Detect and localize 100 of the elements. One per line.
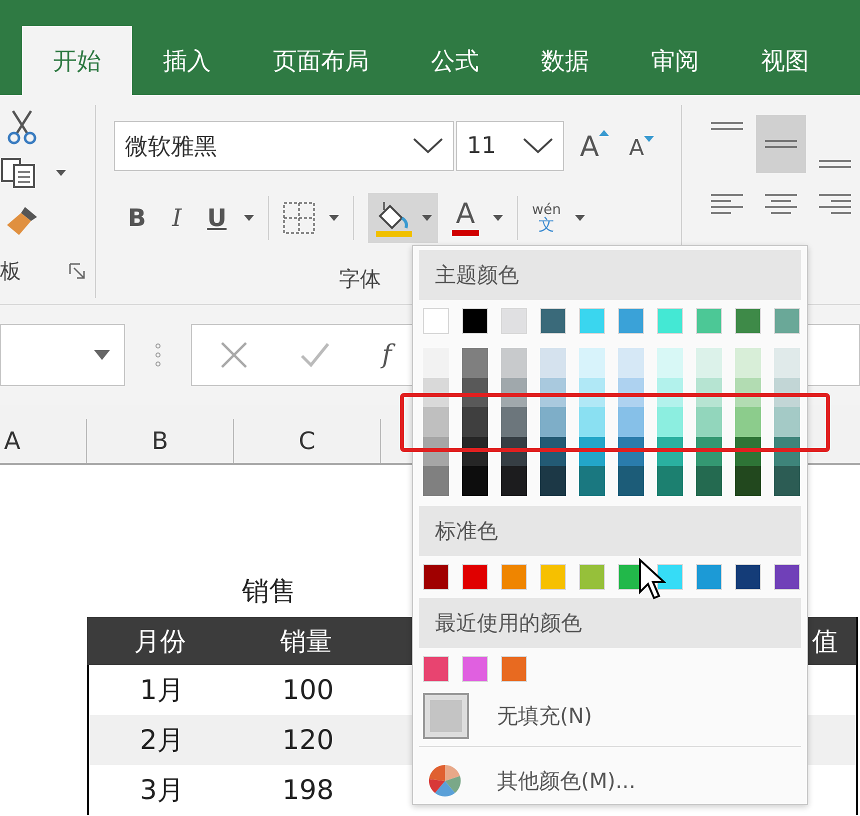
color-swatch[interactable] [618, 348, 644, 378]
color-swatch[interactable] [540, 407, 566, 436]
color-swatch[interactable] [462, 564, 488, 590]
color-swatch[interactable] [774, 564, 800, 590]
color-swatch[interactable] [735, 348, 761, 378]
color-swatch[interactable] [774, 348, 800, 378]
color-swatch[interactable] [462, 656, 488, 682]
color-swatch[interactable] [618, 308, 644, 334]
color-swatch[interactable] [735, 308, 761, 334]
phonetic-guide-button[interactable]: wén 文 [532, 203, 561, 233]
scissors-icon[interactable] [5, 109, 39, 145]
dialog-launcher-icon[interactable] [68, 263, 85, 279]
caret-icon[interactable] [56, 170, 66, 176]
check-icon[interactable] [300, 342, 330, 368]
color-swatch[interactable] [462, 308, 488, 334]
alignment-button[interactable] [756, 115, 806, 173]
grip-icon[interactable] [155, 343, 161, 367]
color-swatch[interactable] [540, 466, 566, 496]
color-swatch[interactable] [735, 564, 761, 590]
more-colors-option[interactable]: 其他颜色(M)... [497, 766, 636, 794]
ribbon-tab[interactable]: 公式 [400, 26, 510, 95]
italic-button[interactable]: I [164, 204, 190, 232]
ribbon-tab[interactable]: 页面布局 [242, 26, 400, 95]
caret-icon[interactable] [244, 215, 254, 221]
fill-color-button[interactable] [368, 193, 438, 243]
color-swatch[interactable] [696, 564, 722, 590]
color-swatch[interactable] [501, 308, 527, 334]
color-swatch[interactable] [579, 407, 605, 436]
color-swatch[interactable] [501, 348, 527, 378]
color-swatch[interactable] [501, 466, 527, 496]
color-swatch[interactable] [501, 564, 527, 590]
section-heading: 主题颜色 [419, 250, 801, 300]
color-swatch[interactable] [618, 407, 644, 436]
column-header[interactable]: B [87, 419, 234, 463]
name-box[interactable] [0, 324, 125, 386]
color-swatch[interactable] [423, 348, 449, 378]
ribbon-tab[interactable]: 审阅 [620, 26, 730, 95]
no-fill-option[interactable]: 无填充(N) [497, 702, 592, 730]
color-swatch[interactable] [774, 308, 800, 334]
color-swatch[interactable] [501, 407, 527, 436]
color-swatch[interactable] [423, 308, 449, 334]
chevron-down-icon [412, 138, 443, 154]
color-wheel-icon [427, 762, 463, 798]
color-swatch[interactable] [540, 348, 566, 378]
color-swatch[interactable] [696, 466, 722, 496]
color-swatch[interactable] [540, 308, 566, 334]
color-swatch[interactable] [657, 407, 683, 436]
color-swatch[interactable] [696, 308, 722, 334]
color-swatch[interactable] [774, 466, 800, 496]
color-swatch[interactable] [657, 564, 683, 590]
mouse-pointer-icon [638, 558, 666, 602]
color-swatch[interactable] [423, 466, 449, 496]
column-header[interactable]: C [234, 419, 381, 463]
section-heading: 标准色 [419, 506, 801, 556]
color-swatch[interactable] [735, 407, 761, 436]
caret-icon[interactable] [328, 215, 339, 221]
caret-icon [422, 215, 432, 221]
color-swatch[interactable] [462, 348, 488, 378]
align-bottom-icon [818, 159, 852, 169]
color-swatch[interactable] [462, 466, 488, 496]
table-cell-text: 120 [281, 724, 335, 756]
color-swatch[interactable] [657, 348, 683, 378]
section-heading: 最近使用的颜色 [419, 598, 801, 648]
borders-icon[interactable] [282, 202, 315, 234]
color-swatch[interactable] [540, 564, 566, 590]
font-name-field[interactable]: 微软雅黑 [114, 121, 454, 171]
color-swatch[interactable] [579, 348, 605, 378]
color-swatch[interactable] [657, 308, 683, 334]
color-swatch[interactable] [501, 656, 527, 682]
triangle-down-icon [644, 136, 654, 142]
column-header[interactable]: A [0, 419, 87, 463]
color-swatch[interactable] [774, 407, 800, 436]
color-swatch[interactable] [423, 656, 449, 682]
color-swatch[interactable] [696, 407, 722, 436]
caret-icon[interactable] [574, 215, 585, 221]
ribbon-tab[interactable]: 开始 [22, 26, 132, 95]
ribbon-tab[interactable]: 插入 [132, 26, 242, 95]
table-cell-text: 3月 [138, 774, 186, 808]
color-swatch[interactable] [696, 348, 722, 378]
caret-icon[interactable] [493, 215, 504, 221]
font-color-button[interactable]: A [452, 200, 480, 236]
color-swatch[interactable] [462, 407, 488, 436]
close-icon[interactable] [220, 341, 248, 369]
ribbon-tab[interactable]: 数据 [510, 26, 620, 95]
color-swatch[interactable] [657, 466, 683, 496]
font-size-field[interactable]: 11 [456, 121, 564, 171]
color-swatch[interactable] [579, 308, 605, 334]
bold-button[interactable]: B [124, 204, 150, 232]
triangle-up-icon [599, 130, 610, 136]
underline-button[interactable]: U [204, 204, 230, 232]
table-cell-text: 198 [281, 774, 335, 806]
increase-font-size-button[interactable]: A [580, 130, 610, 162]
color-swatch[interactable] [735, 466, 761, 496]
ribbon-tab[interactable]: 视图 [730, 26, 840, 95]
color-swatch[interactable] [618, 466, 644, 496]
color-swatch[interactable] [423, 407, 449, 436]
color-swatch[interactable] [579, 564, 605, 590]
color-swatch[interactable] [579, 466, 605, 496]
color-swatch[interactable] [423, 564, 449, 590]
decrease-font-size-button[interactable]: A [629, 136, 654, 160]
